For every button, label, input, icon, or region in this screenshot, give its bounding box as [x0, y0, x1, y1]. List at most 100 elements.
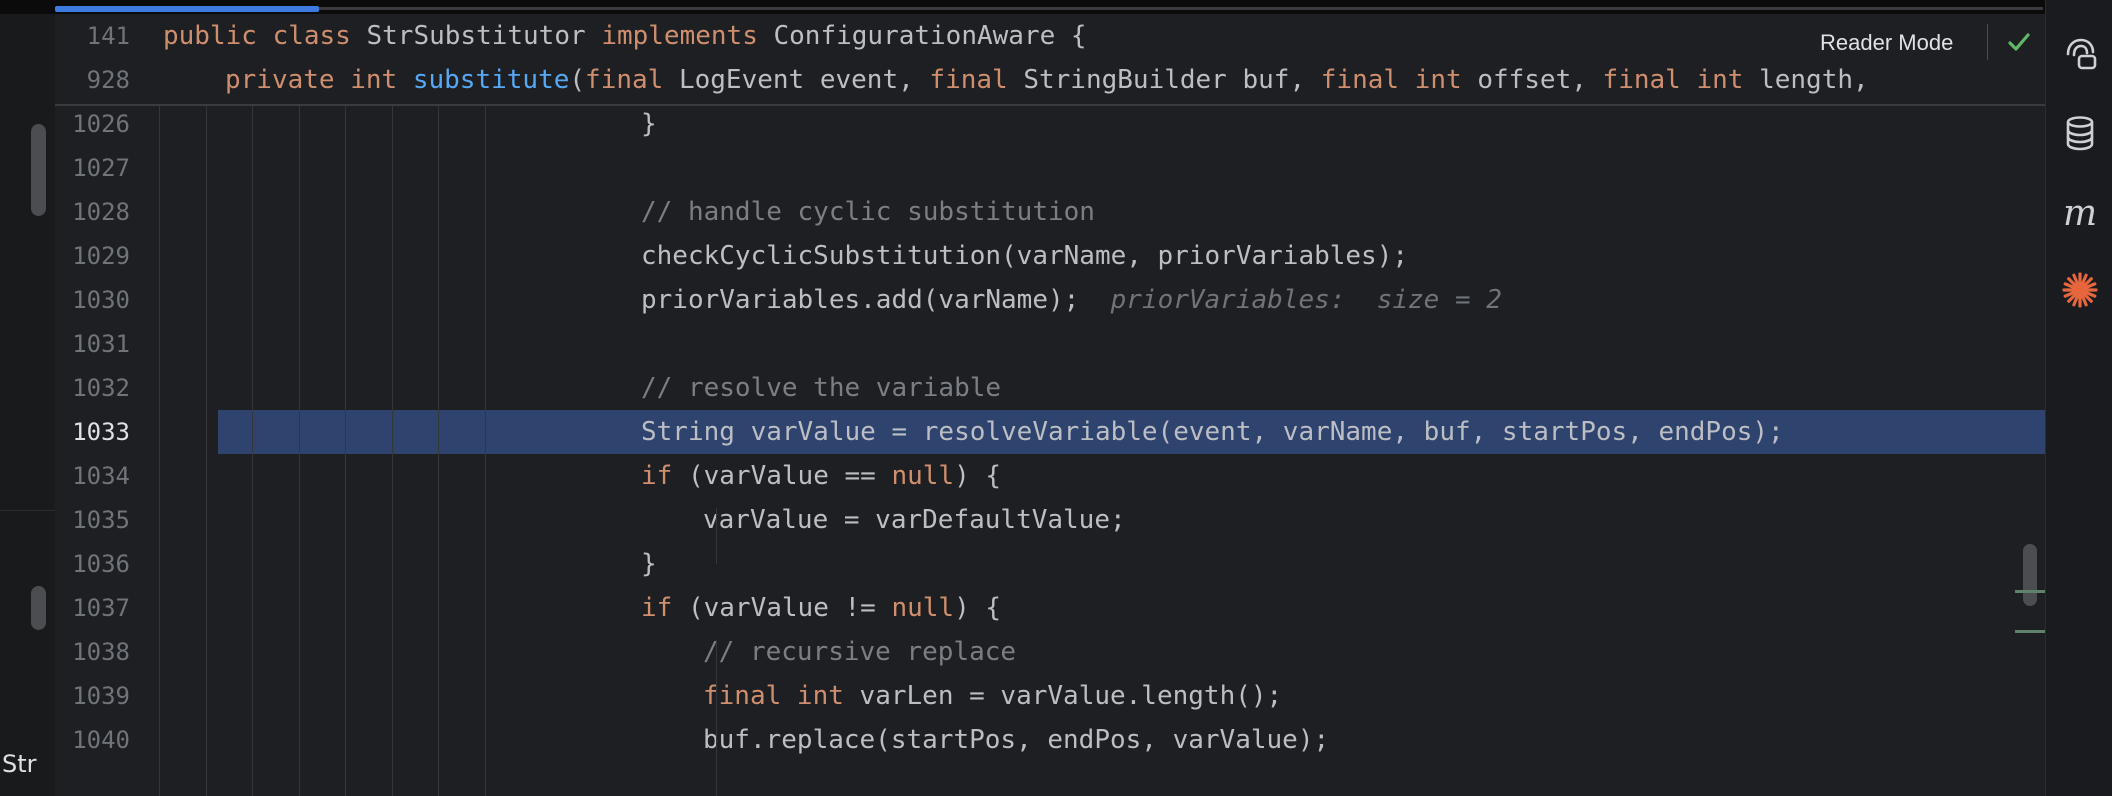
database-icon[interactable]	[2060, 113, 2100, 153]
code-text[interactable]: buf.replace(startPos, endPos, varValue);	[703, 718, 1329, 762]
code-token: StringBuilder buf,	[1023, 65, 1321, 95]
plugin-star-icon[interactable]	[2060, 270, 2100, 310]
code-line[interactable]: 1035 varValue = varDefaultValue;	[55, 498, 2045, 542]
line-number[interactable]: 1026	[55, 106, 130, 146]
svg-text:m: m	[2063, 193, 2097, 232]
code-line-current[interactable]: 1033 String varValue = resolveVariable(ev…	[55, 410, 2045, 454]
line-number[interactable]: 1028	[55, 190, 130, 234]
loading-progress-bar	[55, 6, 319, 12]
code-token: if	[641, 461, 688, 491]
code-text[interactable]: checkCyclicSubstitution(varName, priorVa…	[641, 234, 1408, 278]
indent-guide	[159, 106, 160, 796]
code-token: offset,	[1477, 65, 1603, 95]
code-comment: // recursive replace	[703, 637, 1017, 667]
code-token: substitute	[412, 65, 570, 95]
code-token: null	[891, 593, 955, 623]
structure-panel-label: Str	[2, 750, 37, 778]
code-line[interactable]: 1040 buf.replace(startPos, endPos, varVal…	[55, 718, 2045, 762]
line-number[interactable]: 141	[55, 14, 130, 58]
line-number[interactable]: 1033	[55, 410, 130, 454]
code-token: StrSubstitutor	[366, 21, 602, 51]
code-text[interactable]: if (varValue == null) {	[641, 454, 1001, 498]
code-token: }	[641, 109, 657, 139]
maven-icon[interactable]: m	[2060, 192, 2100, 232]
project-panel-edge: Str	[0, 14, 55, 796]
code-line[interactable]: 1032 // resolve the variable	[55, 366, 2045, 410]
line-number[interactable]: 1039	[55, 674, 130, 718]
line-number[interactable]: 1027	[55, 146, 130, 190]
line-number[interactable]: 1030	[55, 278, 130, 322]
code-text[interactable]: }	[641, 106, 657, 146]
code-token: LogEvent event,	[678, 65, 930, 95]
line-number[interactable]: 1031	[55, 322, 130, 366]
line-number[interactable]: 928	[55, 58, 130, 102]
structure-panel-scrollbar[interactable]	[31, 586, 46, 630]
sticky-scope-line[interactable]: 928 private int substitute(final LogEvent…	[55, 58, 2045, 102]
code-line[interactable]: 1037 if (varValue != null) {	[55, 586, 2045, 630]
code-token: }	[641, 549, 657, 579]
project-panel-scrollbar[interactable]	[31, 124, 46, 216]
line-number[interactable]: 1034	[55, 454, 130, 498]
indent-guide	[716, 640, 717, 796]
code-line[interactable]: 1034 if (varValue == null) {	[55, 454, 2045, 498]
line-number[interactable]: 1037	[55, 586, 130, 630]
panel-divider	[0, 510, 55, 511]
code-token: varLen = varValue.length();	[859, 681, 1283, 711]
code-token: if	[641, 593, 688, 623]
code-token: priorVariables.add(varName);	[641, 285, 1111, 315]
line-number[interactable]: 1036	[55, 542, 130, 586]
code-line[interactable]: 1031	[55, 322, 2045, 366]
code-comment: // resolve the variable	[641, 373, 1002, 403]
change-marker	[2015, 630, 2045, 633]
line-number[interactable]: 1032	[55, 366, 130, 410]
code-text[interactable]: // recursive replace	[703, 630, 1016, 674]
code-line[interactable]: 1028 // handle cyclic substitution	[55, 190, 2045, 234]
code-text[interactable]: public class StrSubstitutor implements C…	[163, 14, 1087, 58]
code-line[interactable]: 1026}	[55, 106, 2045, 146]
code-line[interactable]: 1030 priorVariables.add(varName); priorVa…	[55, 278, 2045, 322]
line-number[interactable]: 1029	[55, 234, 130, 278]
editor-scrollbar-thumb[interactable]	[2023, 544, 2037, 606]
code-line[interactable]: 1027	[55, 146, 2045, 190]
code-line[interactable]: 1029 checkCyclicSubstitution(varName, pri…	[55, 234, 2045, 278]
indent-guide	[299, 106, 300, 796]
code-line[interactable]: 1039 final int varLen = varValue.length()…	[55, 674, 2045, 718]
code-token: varValue = varDefaultValue;	[703, 505, 1126, 535]
code-text[interactable]: // handle cyclic substitution	[641, 190, 1095, 234]
code-text[interactable]: String varValue = resolveVariable(event,…	[641, 410, 1784, 454]
code-text[interactable]: }	[641, 542, 657, 586]
indent-guide	[206, 106, 207, 796]
sticky-scope-line[interactable]: 141 public class StrSubstitutor implement…	[55, 14, 2045, 58]
line-number[interactable]: 1038	[55, 630, 130, 674]
code-text[interactable]: final int varLen = varValue.length();	[703, 674, 1282, 718]
code-token: final int	[1602, 65, 1760, 95]
indent-guide	[438, 106, 439, 796]
code-text[interactable]: varValue = varDefaultValue;	[703, 498, 1126, 542]
code-lines[interactable]: 1026} 1027 1028// handle cyclic substituti…	[55, 106, 2045, 796]
code-editor[interactable]: Reader Mode 141 public class StrSubstitut…	[55, 14, 2045, 796]
line-number[interactable]: 1040	[55, 718, 130, 762]
code-comment: // handle cyclic substitution	[641, 197, 1095, 227]
code-token: ConfigurationAware {	[773, 21, 1087, 51]
code-token: ) {	[954, 593, 1002, 623]
code-line[interactable]: 1036}	[55, 542, 2045, 586]
inline-debug-value: priorVariables: size = 2	[1110, 285, 1502, 315]
code-text[interactable]: // resolve the variable	[641, 366, 1001, 410]
code-token: null	[891, 461, 955, 491]
code-token: length,	[1759, 65, 1869, 95]
indent-guide	[345, 106, 346, 796]
ai-assistant-icon[interactable]	[2060, 34, 2100, 74]
code-token: final	[585, 65, 679, 95]
code-token: checkCyclicSubstitution(varName, priorVa…	[641, 241, 1409, 271]
code-text[interactable]: priorVariables.add(varName); priorVariab…	[641, 278, 1502, 322]
indent-guide	[485, 106, 486, 796]
right-tool-window-bar: m	[2045, 0, 2112, 796]
code-token: private int	[225, 65, 413, 95]
line-number[interactable]: 1035	[55, 498, 130, 542]
code-token: (varValue !=	[687, 593, 892, 623]
indent-guide	[716, 508, 717, 564]
code-text[interactable]: private int substitute(final LogEvent ev…	[225, 58, 1869, 102]
code-text[interactable]: if (varValue != null) {	[641, 586, 1001, 630]
change-marker	[2015, 590, 2045, 593]
code-line[interactable]: 1038 // recursive replace	[55, 630, 2045, 674]
